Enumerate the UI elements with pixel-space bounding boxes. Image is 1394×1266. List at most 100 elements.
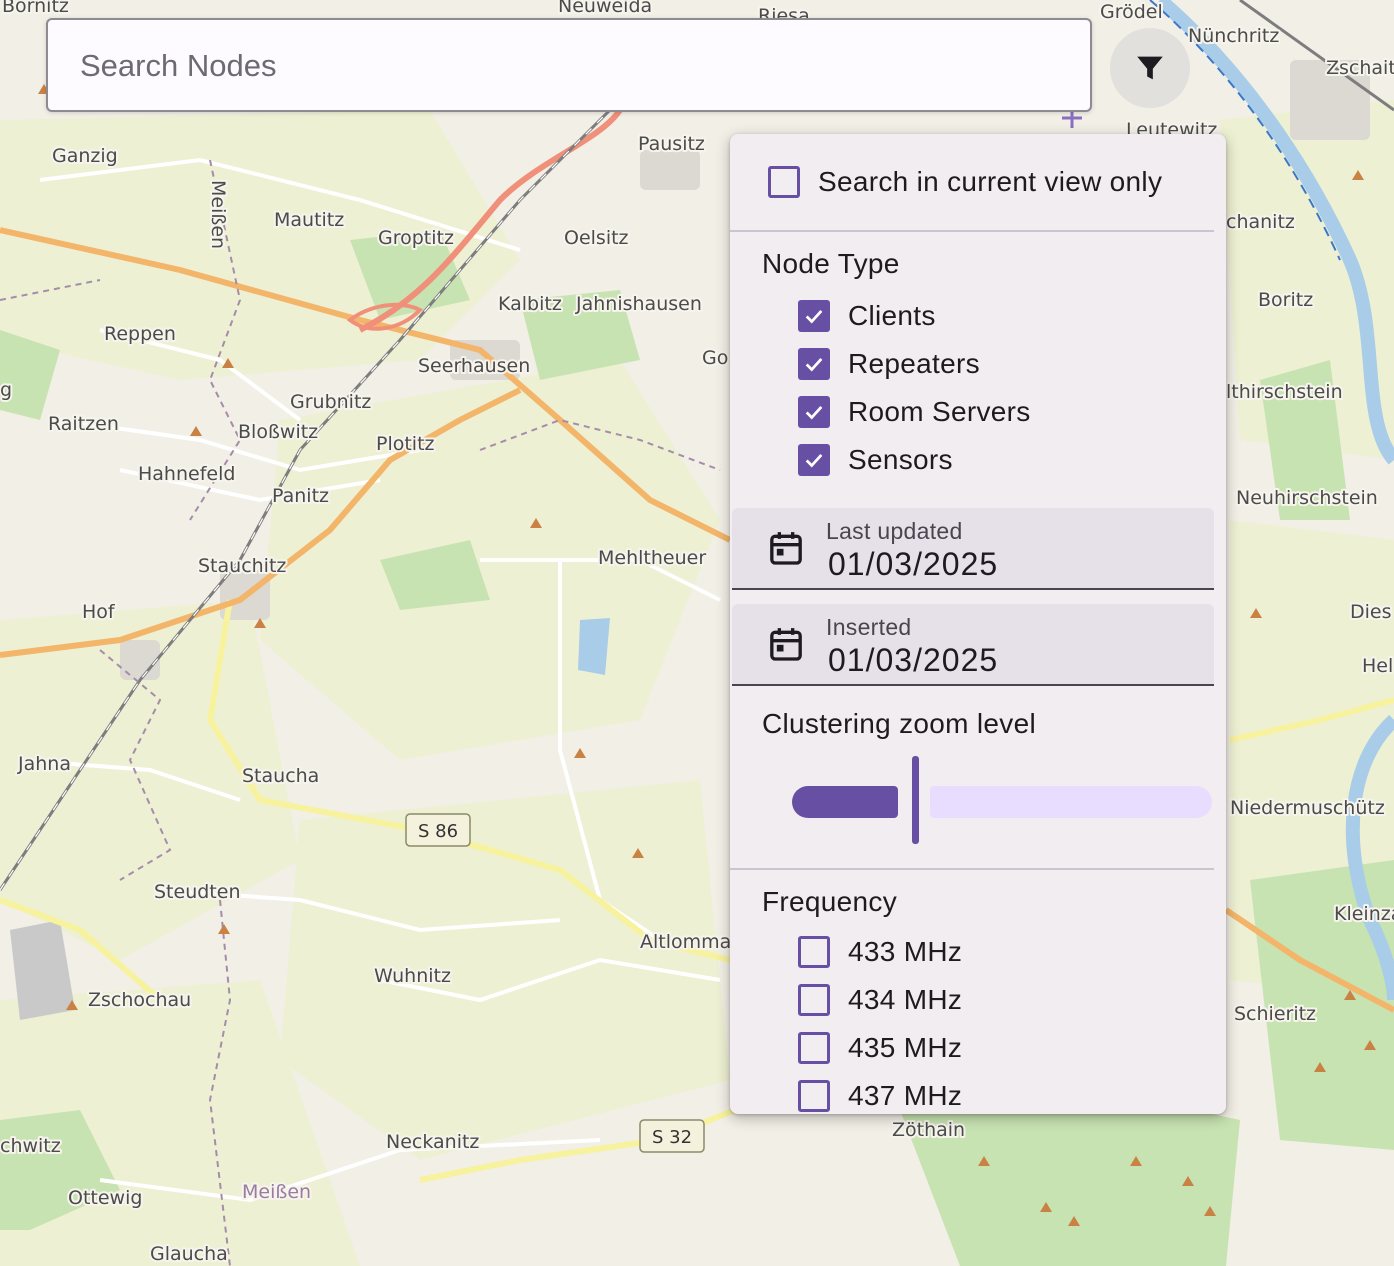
frequency-option-437[interactable]: 437 MHz — [798, 1080, 962, 1112]
map-place-label: Zschochau — [88, 989, 191, 1011]
last-updated-label: Last updated — [826, 518, 963, 544]
node-type-option-label: Sensors — [848, 444, 953, 475]
slider-inactive-track[interactable] — [930, 786, 1212, 818]
map-place-label: Grubnitz — [290, 391, 371, 413]
checkmark-icon — [805, 358, 823, 372]
map-place-label: Nünchritz — [1188, 25, 1279, 47]
map-place-label: Pausitz — [638, 133, 705, 155]
map-place-label: Bornitz — [2, 0, 69, 17]
checkbox-unchecked[interactable] — [798, 1032, 830, 1064]
map-place-label: Neckanitz — [386, 1131, 479, 1153]
map-place-label: Zschait — [1326, 57, 1394, 79]
search-box[interactable] — [46, 18, 1092, 112]
map-place-label: Raitzen — [48, 413, 119, 435]
map-place-label: Neuhirschstein — [1236, 487, 1378, 509]
filter-panel: Search in current view only Node Type Cl… — [730, 134, 1226, 1114]
map-place-label: chanitz — [1226, 211, 1295, 233]
map-place-label: Stauchitz — [198, 555, 286, 577]
node-type-option-room-servers[interactable]: Room Servers — [798, 396, 1031, 428]
clustering-zoom-slider[interactable] — [790, 756, 1212, 846]
slider-handle[interactable] — [912, 756, 919, 844]
current-view-only-label: Search in current view only — [818, 166, 1163, 197]
inserted-label: Inserted — [826, 614, 912, 640]
filter-button[interactable] — [1110, 28, 1190, 108]
search-input[interactable] — [78, 20, 1062, 112]
checkmark-icon — [805, 310, 823, 324]
map-place-label: Boritz — [1258, 289, 1313, 311]
node-type-option-clients[interactable]: Clients — [798, 300, 936, 332]
calendar-icon — [770, 628, 802, 661]
checkbox-checked[interactable] — [798, 348, 830, 380]
map-place-label: Neuweida — [558, 0, 652, 17]
clustering-zoom-title: Clustering zoom level — [762, 708, 1036, 739]
divider — [730, 230, 1214, 232]
checkbox-checked[interactable] — [798, 396, 830, 428]
map-place-label: Wuhnitz — [374, 965, 451, 987]
frequency-option-433[interactable]: 433 MHz — [798, 936, 962, 968]
map-place-label: Niedermuschütz — [1230, 797, 1385, 819]
last-updated-value: 01/03/2025 — [828, 546, 999, 582]
map-place-label: Meißen — [207, 180, 229, 249]
checkmark-icon — [805, 454, 823, 468]
road-shield-label: S 32 — [652, 1127, 692, 1148]
map-place-label: Schieritz — [1234, 1003, 1316, 1025]
map-place-label: Seerhausen — [418, 355, 530, 377]
map-place-label: Ottewig — [68, 1187, 142, 1209]
map-place-label: Jahnishausen — [575, 293, 702, 315]
map-place-label: Plotitz — [376, 433, 435, 455]
map-place-label: Hof — [82, 601, 116, 623]
map-place-label: Kalbitz — [498, 293, 562, 315]
map-place-label: Meißen — [242, 1181, 311, 1203]
checkbox-unchecked[interactable] — [798, 1080, 830, 1112]
checkbox-unchecked[interactable] — [798, 936, 830, 968]
map-place-label: Kleinza — [1334, 903, 1394, 925]
map-road-shield: S 86 — [405, 813, 471, 847]
frequency-option-434[interactable]: 434 MHz — [798, 984, 962, 1016]
last-updated-date-field[interactable]: Last updated 01/03/2025 — [732, 508, 1214, 590]
map-place-label: Reppen — [104, 323, 176, 345]
inserted-date-field[interactable]: Inserted 01/03/2025 — [732, 604, 1214, 686]
node-type-option-label: Clients — [848, 300, 936, 331]
frequency-option-435[interactable]: 435 MHz — [798, 1032, 962, 1064]
map-place-label: g — [0, 379, 12, 401]
checkmark-icon — [805, 406, 823, 420]
map-place-label: Panitz — [272, 485, 329, 507]
map-place-label: Mautitz — [274, 209, 344, 231]
node-type-title: Node Type — [762, 248, 900, 279]
calendar-icon — [770, 532, 802, 565]
map-place-label: Go — [702, 347, 728, 369]
inserted-value: 01/03/2025 — [828, 642, 999, 678]
current-view-only-checkbox[interactable] — [768, 166, 800, 198]
map-place-label: lthirschstein — [1226, 381, 1343, 403]
current-view-only-checkbox-row[interactable]: Search in current view only — [768, 166, 1162, 198]
checkbox-checked[interactable] — [798, 300, 830, 332]
node-type-option-label: Room Servers — [848, 396, 1031, 427]
map-place-label: Oelsitz — [564, 227, 629, 249]
map-place-label: Staucha — [242, 765, 319, 787]
frequency-option-label: 435 MHz — [848, 1032, 963, 1063]
node-type-option-sensors[interactable]: Sensors — [798, 444, 953, 476]
map-place-label: Hahnefeld — [138, 463, 235, 485]
filter-icon — [1137, 56, 1163, 80]
map-place-label: chwitz — [0, 1135, 61, 1157]
frequency-option-label: 437 MHz — [848, 1080, 963, 1111]
map-place-label: Jahna — [17, 753, 71, 775]
checkbox-unchecked[interactable] — [798, 984, 830, 1016]
map-place-label: Steudten — [154, 881, 240, 903]
checkbox-checked[interactable] — [798, 444, 830, 476]
map-place-label: Zöthain — [892, 1119, 965, 1141]
map-place-label: Hel — [1362, 655, 1393, 677]
frequency-option-label: 433 MHz — [848, 936, 963, 967]
map-place-label: Groptitz — [378, 227, 454, 249]
map-road-shield: S 32 — [639, 1119, 705, 1153]
map-place-label: Dies — [1350, 601, 1392, 623]
node-type-option-label: Repeaters — [848, 348, 980, 379]
map-place-label: Altlomma — [640, 931, 731, 953]
slider-active-track — [792, 786, 898, 818]
map-place-label: Grödel — [1100, 1, 1163, 23]
node-type-option-repeaters[interactable]: Repeaters — [798, 348, 980, 380]
map-place-label: Ganzig — [52, 145, 118, 167]
map-place-label: Bloßwitz — [238, 421, 318, 443]
frequency-option-label: 434 MHz — [848, 984, 963, 1015]
divider — [730, 868, 1214, 870]
